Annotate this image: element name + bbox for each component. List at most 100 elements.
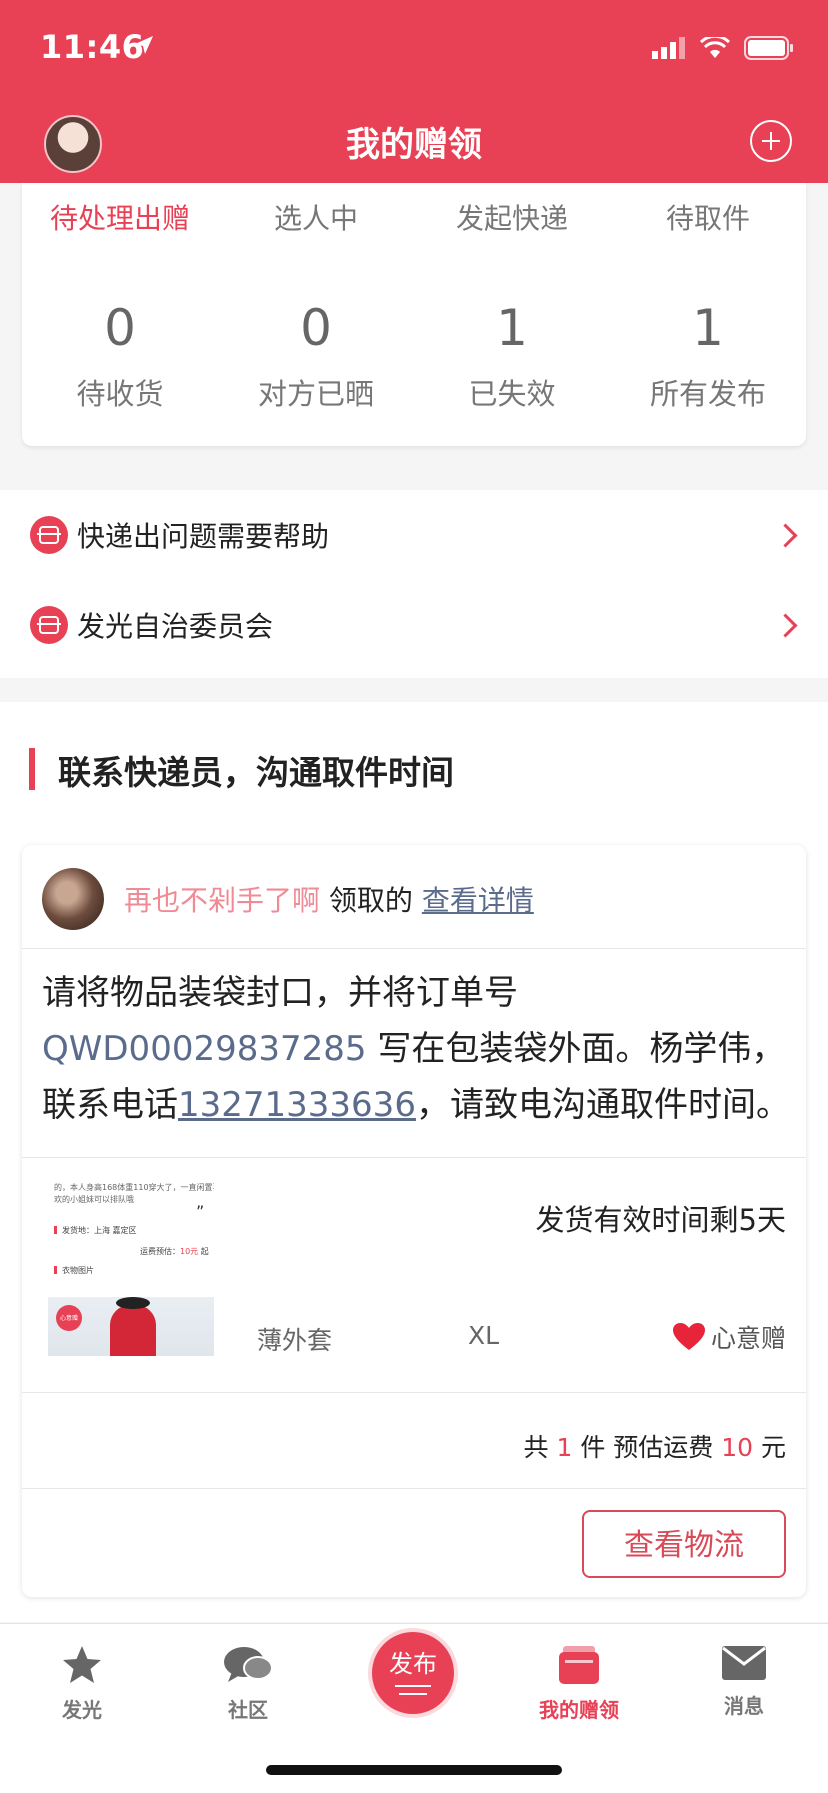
count-value: 0	[104, 299, 136, 357]
tab-label: 我的赠领	[539, 1698, 619, 1722]
chat-bubbles-icon	[224, 1647, 273, 1682]
thumb-text: 衣物图片	[62, 1266, 94, 1275]
thumb-fee-line: 运费预估：10元 起	[140, 1246, 209, 1257]
count-value: 1	[496, 299, 528, 357]
thumb-marker	[54, 1266, 57, 1274]
tab-label: 消息	[724, 1694, 764, 1718]
model-figure	[110, 1305, 156, 1356]
item-size: XL	[468, 1321, 500, 1350]
tab-community[interactable]: 社区	[188, 1644, 308, 1723]
phone-link[interactable]: 13271333636	[178, 1085, 416, 1125]
divider	[22, 1488, 806, 1489]
count-shared[interactable]: 0 对方已晒	[218, 303, 414, 413]
status-tabs: 待处理出赠 选人中 发起快递 待取件	[22, 197, 806, 237]
tab-awaiting-pickup[interactable]: 待取件	[610, 197, 806, 237]
page-title: 我的赠领	[346, 125, 482, 165]
count-label: 对方已晒	[257, 377, 374, 411]
thumb-text: 欢的小姐妹可以排队哦	[54, 1195, 134, 1204]
thumb-text: 运费预估：	[140, 1247, 180, 1256]
section-accent-bar	[29, 748, 35, 790]
help-item-label: 快递出问题需要帮助	[77, 520, 330, 553]
order-instruction: 请将物品装袋封口，并将订单号 QWD00029837285 写在包装袋外面。杨学…	[42, 965, 792, 1133]
publish-icon-line	[399, 1693, 427, 1695]
help-item-committee[interactable]: 发光自治委员会	[0, 590, 828, 660]
chevron-right-icon	[773, 612, 798, 638]
envelope-icon	[722, 1646, 766, 1680]
order-header-text: 再也不剁手了啊 领取的 查看详情	[124, 879, 534, 919]
status-time: 11:46	[40, 28, 145, 66]
quote-icon: ”	[196, 1202, 205, 1221]
top-header: 11:46 我的赠领	[0, 0, 828, 183]
thumb-marker	[54, 1226, 57, 1234]
star-icon	[63, 1646, 101, 1683]
publish-label: 发布	[389, 1650, 437, 1678]
wallet-icon	[559, 1646, 599, 1684]
wifi-icon	[700, 37, 730, 58]
count-expired[interactable]: 1 已失效	[414, 303, 610, 413]
summary-text: 件 预估运费	[572, 1433, 722, 1462]
hat-shape	[116, 1297, 150, 1309]
chevron-right-icon	[773, 522, 798, 548]
tab-glow[interactable]: 发光	[22, 1644, 142, 1723]
badge-text: 心意赠	[59, 1315, 78, 1322]
tab-selecting[interactable]: 选人中	[218, 197, 414, 237]
order-card: 再也不剁手了啊 领取的 查看详情 请将物品装袋封口，并将订单号 QWD00029…	[22, 845, 806, 1597]
gift-badge-icon: 心意赠	[56, 1305, 82, 1331]
gift-type-tag: 心意赠	[672, 1319, 786, 1355]
count-label: 待收货	[76, 377, 164, 411]
add-button[interactable]	[750, 120, 792, 162]
tab-label: 发光	[62, 1698, 102, 1722]
summary-text: 共	[523, 1433, 557, 1462]
count-value: 0	[300, 299, 332, 357]
status-indicators	[652, 36, 794, 60]
tab-label: 社区	[228, 1698, 268, 1722]
divider	[22, 1392, 806, 1393]
item-name: 薄外套	[257, 1326, 333, 1355]
thumb-fee: 10元	[180, 1247, 199, 1256]
count-all-published[interactable]: 1 所有发布	[610, 303, 806, 413]
valid-time-text: 发货有效时间剩5天	[535, 1203, 786, 1237]
publish-icon	[395, 1685, 431, 1687]
divider	[22, 1157, 806, 1158]
battery-icon	[744, 36, 793, 60]
tab-my-gifts[interactable]: 我的赠领	[519, 1644, 639, 1723]
item-count: 1	[556, 1433, 573, 1462]
gift-type-label: 心意赠	[710, 1324, 786, 1353]
tab-pending-gift[interactable]: 待处理出赠	[22, 197, 218, 237]
stats-card: 待处理出赠 选人中 发起快递 待取件 0 待收货 0 对方已晒 1 已失效 1 …	[22, 183, 806, 446]
claimer-avatar[interactable]	[42, 868, 104, 930]
printer-icon	[30, 516, 68, 554]
signal-icon	[652, 37, 685, 59]
shipping-fee: 10	[721, 1433, 754, 1462]
heart-icon	[672, 1323, 705, 1350]
summary-text: 元	[753, 1433, 786, 1462]
section-title: 联系快递员，沟通取件时间	[58, 753, 454, 792]
claimer-name[interactable]: 再也不剁手了啊	[124, 884, 320, 917]
publish-button[interactable]: 发布	[372, 1632, 454, 1714]
order-header: 再也不剁手了啊 领取的 查看详情	[22, 845, 806, 949]
item-thumbnail[interactable]: 的，本人身高168体重110穿大了，一直闲置喜 欢的小姐妹可以排队哦 ” 发货地…	[48, 1180, 214, 1356]
order-number: QWD00029837285	[42, 1029, 367, 1069]
order-summary: 共 1 件 预估运费 10 元	[524, 1428, 786, 1464]
view-detail-link[interactable]: 查看详情	[422, 884, 534, 917]
location-arrow-icon	[135, 36, 153, 54]
home-indicator	[266, 1765, 562, 1775]
count-to-receive[interactable]: 0 待收货	[22, 303, 218, 413]
count-value: 1	[692, 299, 724, 357]
count-label: 所有发布	[649, 377, 766, 411]
help-item-express-problem[interactable]: 快递出问题需要帮助	[0, 500, 828, 570]
count-label: 已失效	[468, 377, 556, 411]
tab-messages[interactable]: 消息	[684, 1644, 804, 1719]
claim-text: 领取的	[328, 884, 413, 917]
instruction-text: 请将物品装袋封口，并将订单号	[42, 973, 518, 1013]
thumb-text: 发货地：上海 嘉定区	[62, 1226, 137, 1235]
tab-send-express[interactable]: 发起快递	[414, 197, 610, 237]
count-row: 0 待收货 0 对方已晒 1 已失效 1 所有发布	[22, 303, 806, 413]
clothing-photo: 心意赠	[48, 1297, 214, 1356]
instruction-text: ，请致电沟通取件时间。	[415, 1085, 790, 1125]
thumb-text: 的，本人身高168体重110穿大了，一直闲置喜	[54, 1183, 214, 1192]
printer-icon	[30, 606, 68, 644]
view-logistics-button[interactable]: 查看物流	[582, 1510, 786, 1578]
thumb-text: 起	[200, 1247, 209, 1256]
help-item-label: 发光自治委员会	[77, 610, 274, 643]
